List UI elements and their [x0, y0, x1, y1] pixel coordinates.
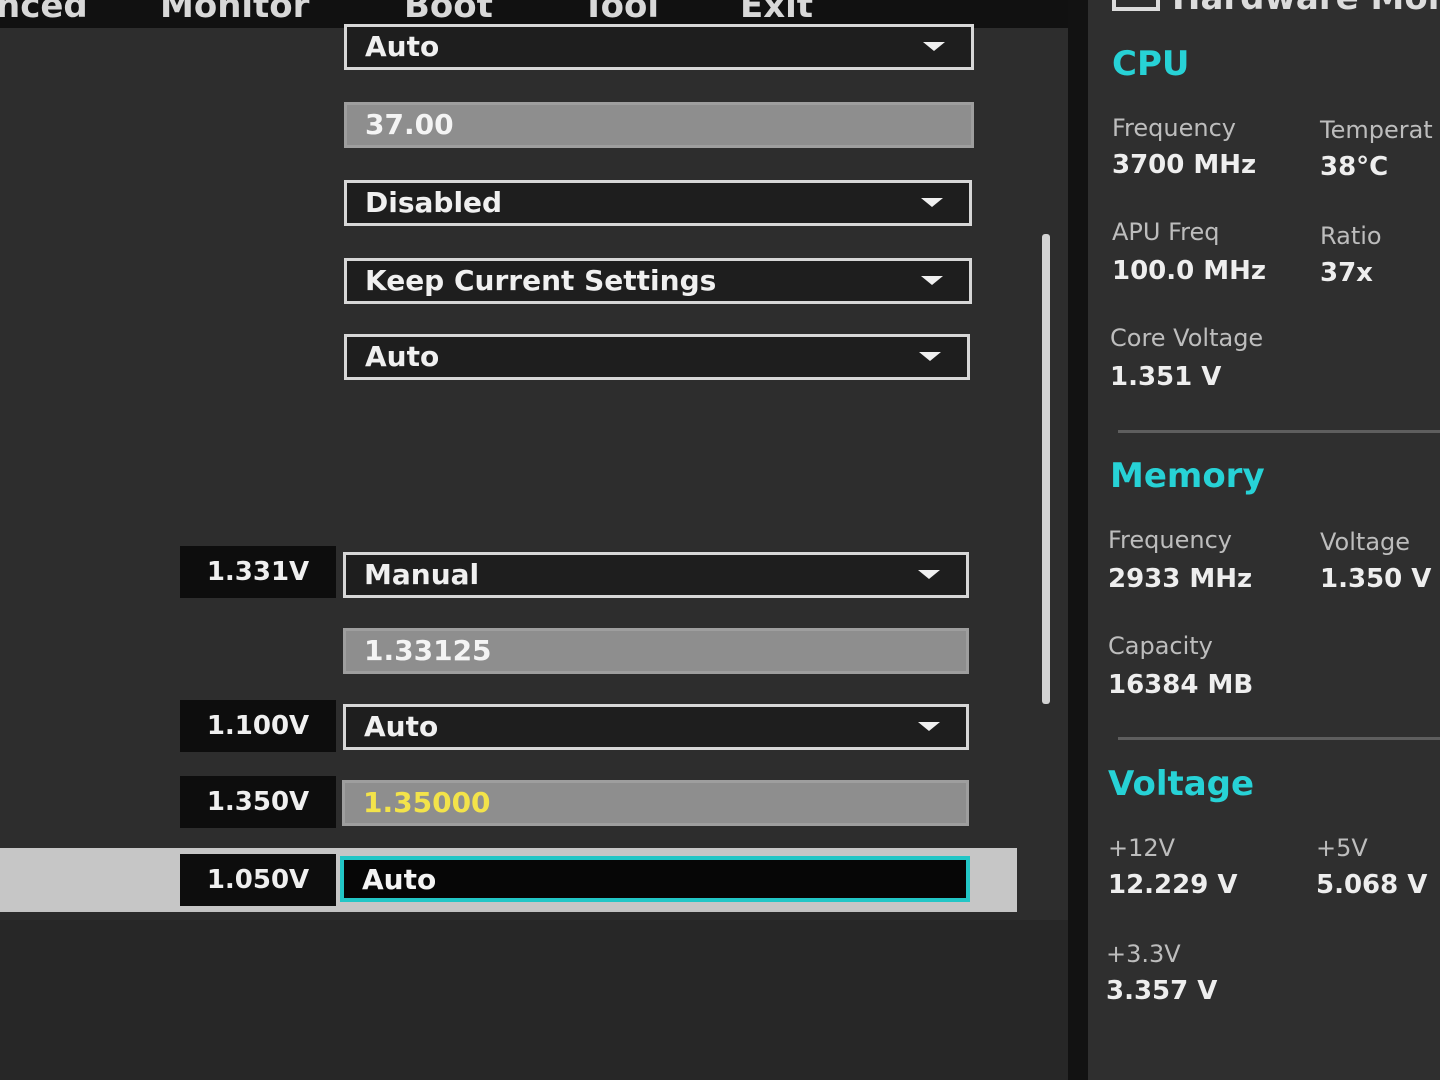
setting-dropdown-selected[interactable]: Auto — [340, 856, 970, 902]
ratio-value: 37x — [1320, 258, 1373, 288]
dropdown-value: Disabled — [365, 186, 503, 219]
dropdown-value: Auto — [365, 340, 440, 373]
current-voltage-label: 1.331V — [180, 546, 336, 598]
dropdown-value: Keep Current Settings — [365, 264, 717, 297]
current-voltage-label: 1.350V — [180, 776, 336, 828]
v5-label: +5V — [1316, 834, 1368, 862]
section-separator — [1118, 430, 1440, 433]
voltage-heading: Voltage — [1108, 764, 1255, 804]
cpu-temperature-value: 38°C — [1320, 152, 1389, 182]
memory-capacity-value: 16384 MB — [1108, 670, 1254, 700]
setting-dropdown-2[interactable]: Disabled — [344, 180, 972, 226]
v33-label: +3.3V — [1106, 940, 1181, 968]
memory-frequency-value: 2933 MHz — [1108, 564, 1253, 594]
setting-textbox-voltage[interactable]: 1.33125 — [343, 628, 969, 674]
memory-voltage-label: Voltage — [1320, 528, 1411, 556]
v33-value: 3.357 V — [1106, 976, 1218, 1006]
setting-dropdown-3[interactable]: Keep Current Settings — [344, 258, 972, 304]
core-voltage-label: Core Voltage — [1110, 324, 1264, 352]
v5-value: 5.068 V — [1316, 870, 1428, 900]
cpu-frequency-label: Frequency — [1112, 114, 1236, 142]
help-area — [0, 920, 1068, 1080]
apu-freq-label: APU Freq — [1112, 218, 1220, 246]
chevron-down-icon — [921, 276, 943, 285]
dropdown-value: Auto — [365, 30, 440, 63]
menu-exit[interactable]: Exit — [740, 0, 813, 26]
current-voltage-label: 1.100V — [180, 700, 336, 752]
panel-divider — [1068, 0, 1088, 1080]
setting-textbox-1[interactable]: 37.00 — [344, 102, 974, 148]
textbox-value: 1.35000 — [363, 786, 491, 819]
menu-advanced[interactable]: nced — [0, 0, 88, 26]
cpu-frequency-value: 3700 MHz — [1112, 150, 1257, 180]
v12-value: 12.229 V — [1108, 870, 1238, 900]
ratio-label: Ratio — [1320, 222, 1382, 250]
memory-voltage-value: 1.350 V — [1320, 564, 1432, 594]
section-separator — [1118, 737, 1440, 740]
textbox-value: 1.33125 — [364, 634, 492, 667]
memory-capacity-label: Capacity — [1108, 632, 1213, 660]
menu-monitor[interactable]: Monitor — [160, 0, 309, 26]
cpu-heading: CPU — [1112, 44, 1190, 84]
v12-label: +12V — [1108, 834, 1176, 862]
cpu-temperature-label: Temperat — [1320, 116, 1433, 144]
textbox-value: 37.00 — [365, 108, 454, 141]
setting-dropdown-voltage-mode[interactable]: Manual — [343, 552, 969, 598]
dropdown-value: Auto — [364, 710, 439, 743]
memory-frequency-label: Frequency — [1108, 526, 1232, 554]
apu-freq-value: 100.0 MHz — [1112, 256, 1267, 286]
hardware-monitor-title-text: Hardware Moni — [1172, 0, 1440, 18]
core-voltage-value: 1.351 V — [1110, 362, 1222, 392]
chevron-down-icon — [918, 722, 940, 731]
monitor-icon — [1112, 0, 1160, 11]
hardware-monitor-title: Hardware Moni — [1112, 0, 1440, 18]
chevron-down-icon — [919, 352, 941, 361]
scrollbar[interactable] — [1042, 234, 1050, 704]
current-voltage-label: 1.050V — [180, 854, 336, 906]
chevron-down-icon — [923, 42, 945, 51]
menu-tool[interactable]: Tool — [582, 0, 659, 26]
setting-textbox-memory-voltage[interactable]: 1.35000 — [342, 780, 969, 826]
chevron-down-icon — [918, 570, 940, 579]
dropdown-value: Auto — [362, 863, 437, 896]
setting-dropdown-5[interactable]: Auto — [343, 704, 969, 750]
setting-dropdown-1[interactable]: Auto — [344, 24, 974, 70]
dropdown-value: Manual — [364, 558, 480, 591]
chevron-down-icon — [921, 198, 943, 207]
memory-heading: Memory — [1110, 456, 1265, 496]
setting-dropdown-4[interactable]: Auto — [344, 334, 970, 380]
menu-boot[interactable]: Boot — [404, 0, 493, 26]
